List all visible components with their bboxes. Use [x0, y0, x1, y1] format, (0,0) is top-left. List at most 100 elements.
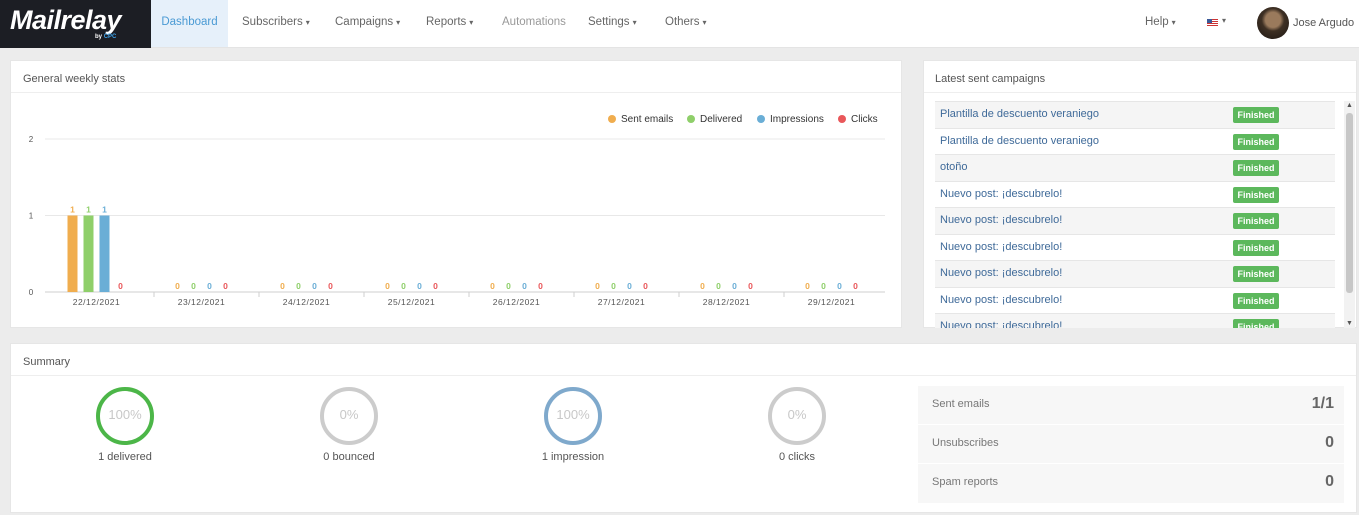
data-label: 0 — [627, 281, 632, 291]
x-tick-label: 27/12/2021 — [598, 297, 646, 307]
nav-others[interactable]: Others ▾ — [665, 0, 707, 47]
campaign-name-link[interactable]: Nuevo post: ¡descubrelo! — [940, 320, 1062, 328]
campaign-row[interactable]: Nuevo post: ¡descubrelo! Finished — [935, 286, 1335, 314]
bar — [67, 215, 78, 292]
stat-value: 0 — [1325, 434, 1334, 451]
nav-automations[interactable]: Automations — [502, 0, 566, 47]
data-label: 0 — [522, 281, 527, 291]
x-tick-label: 26/12/2021 — [493, 297, 541, 307]
campaign-list-scrollbar[interactable]: ▲ ▼ — [1344, 101, 1355, 328]
stat-sent-emails: Sent emails 1/1 — [918, 386, 1344, 425]
summary-title: Summary — [23, 356, 71, 368]
campaign-name-link[interactable]: Nuevo post: ¡descubrelo! — [940, 267, 1062, 279]
campaign-name-link[interactable]: Plantilla de descuento veraniego — [940, 135, 1099, 147]
campaign-name-link[interactable]: Nuevo post: ¡descubrelo! — [940, 188, 1062, 200]
y-tick-label: 0 — [29, 288, 34, 297]
data-label: 0 — [506, 281, 511, 291]
status-badge: Finished — [1233, 186, 1279, 203]
nav-campaigns[interactable]: Campaigns ▾ — [335, 0, 400, 47]
data-label: 0 — [805, 281, 810, 291]
data-label: 0 — [538, 281, 543, 291]
campaign-name-link[interactable]: Plantilla de descuento veraniego — [940, 108, 1099, 120]
data-label: 0 — [595, 281, 600, 291]
campaign-row[interactable]: Plantilla de descuento veraniego Finished — [935, 101, 1335, 128]
campaign-row[interactable]: Nuevo post: ¡descubrelo! Finished — [935, 260, 1335, 287]
nav-reports[interactable]: Reports ▾ — [426, 0, 473, 47]
stat-value: 0 — [1325, 473, 1334, 490]
campaign-name-link[interactable]: otoño — [940, 161, 968, 173]
status-badge: Finished — [1233, 239, 1279, 256]
data-label: 1 — [70, 205, 75, 215]
chevron-down-icon: ▾ — [469, 18, 474, 27]
data-label: 0 — [296, 281, 301, 291]
status-badge: Finished — [1233, 292, 1279, 309]
x-tick-label: 22/12/2021 — [73, 297, 121, 307]
stat-label: Sent emails — [932, 398, 990, 410]
campaign-row[interactable]: Nuevo post: ¡descubrelo! Finished — [935, 313, 1335, 328]
user-name[interactable]: Jose Argudo — [1293, 17, 1354, 29]
data-label: 0 — [385, 281, 390, 291]
data-label: 0 — [280, 281, 285, 291]
latest-campaigns-panel: Latest sent campaigns Plantilla de descu… — [923, 60, 1357, 328]
chevron-down-icon: ▾ — [1171, 18, 1176, 27]
x-tick-label: 24/12/2021 — [283, 297, 331, 307]
data-label: 0 — [643, 281, 648, 291]
data-label: 1 — [102, 205, 107, 215]
data-label: 0 — [207, 281, 212, 291]
data-label: 0 — [748, 281, 753, 291]
campaign-row[interactable]: Plantilla de descuento veraniego Finished — [935, 127, 1335, 155]
avatar[interactable] — [1257, 7, 1289, 39]
campaign-name-link[interactable]: Nuevo post: ¡descubrelo! — [940, 241, 1062, 253]
data-label: 0 — [611, 281, 616, 291]
campaign-row[interactable]: Nuevo post: ¡descubrelo! Finished — [935, 207, 1335, 234]
data-label: 0 — [328, 281, 333, 291]
chevron-down-icon: ▾ — [632, 18, 637, 27]
campaign-list: Plantilla de descuento veraniego Finished… — [935, 101, 1335, 328]
chevron-down-icon: ▾ — [396, 18, 401, 27]
x-tick-label: 23/12/2021 — [178, 297, 226, 307]
top-navbar: Mailrelay by CPC Dashboard Subscribers ▾ … — [0, 0, 1359, 48]
delivered-label: 1 delivered — [98, 451, 152, 463]
nav-settings[interactable]: Settings ▾ — [588, 0, 637, 47]
clicks-percent: 0% — [787, 407, 807, 422]
stat-spam-reports: Spam reports 0 — [918, 464, 1344, 503]
stat-value: 1/1 — [1311, 395, 1334, 412]
nav-dashboard[interactable]: Dashboard — [151, 0, 228, 47]
campaign-row[interactable]: otoño Finished — [935, 154, 1335, 181]
scroll-thumb[interactable] — [1346, 113, 1353, 293]
clicks-label: 0 clicks — [778, 451, 816, 463]
x-tick-label: 25/12/2021 — [388, 297, 436, 307]
campaign-row[interactable]: Nuevo post: ¡descubrelo! Finished — [935, 180, 1335, 208]
stat-unsubscribes: Unsubscribes 0 — [918, 425, 1344, 464]
summary-panel: Summary 100% 1 delivered 0% 0 bounced 10… — [10, 343, 1357, 513]
data-label: 0 — [853, 281, 858, 291]
weekly-stats-chart: 0 1 2 22/12/2021 1 1 1 0 23/12/2021 0 0 0 0 24/12/202… — [29, 135, 885, 307]
us-flag-icon[interactable] — [1207, 19, 1218, 27]
data-label: 0 — [401, 281, 406, 291]
status-badge: Finished — [1233, 213, 1279, 229]
stat-label: Unsubscribes — [932, 437, 999, 449]
language-chevron-down-icon[interactable]: ▾ — [1222, 16, 1226, 25]
chevron-down-icon: ▾ — [305, 18, 310, 27]
data-label: 0 — [312, 281, 317, 291]
data-label: 0 — [175, 281, 180, 291]
bar — [83, 215, 94, 292]
campaign-name-link[interactable]: Nuevo post: ¡descubrelo! — [940, 214, 1062, 226]
weekly-stats-title: General weekly stats — [23, 73, 126, 85]
status-badge: Finished — [1233, 160, 1279, 176]
logo-byline: by CPC — [95, 34, 117, 40]
data-label: 0 — [417, 281, 422, 291]
chevron-down-icon: ▾ — [702, 18, 707, 27]
y-tick-label: 2 — [29, 135, 34, 144]
data-label: 0 — [490, 281, 495, 291]
bar — [99, 215, 110, 292]
x-tick-label: 28/12/2021 — [703, 297, 751, 307]
nav-subscribers[interactable]: Subscribers ▾ — [242, 0, 310, 47]
campaign-name-link[interactable]: Nuevo post: ¡descubrelo! — [940, 294, 1062, 306]
campaign-row[interactable]: Nuevo post: ¡descubrelo! Finished — [935, 233, 1335, 261]
mailrelay-logo[interactable]: Mailrelay by CPC — [0, 0, 151, 48]
scroll-down-icon[interactable]: ▼ — [1345, 320, 1354, 327]
scroll-up-icon[interactable]: ▲ — [1345, 102, 1354, 109]
data-label: 0 — [821, 281, 826, 291]
nav-help[interactable]: Help ▾ — [1145, 0, 1176, 47]
